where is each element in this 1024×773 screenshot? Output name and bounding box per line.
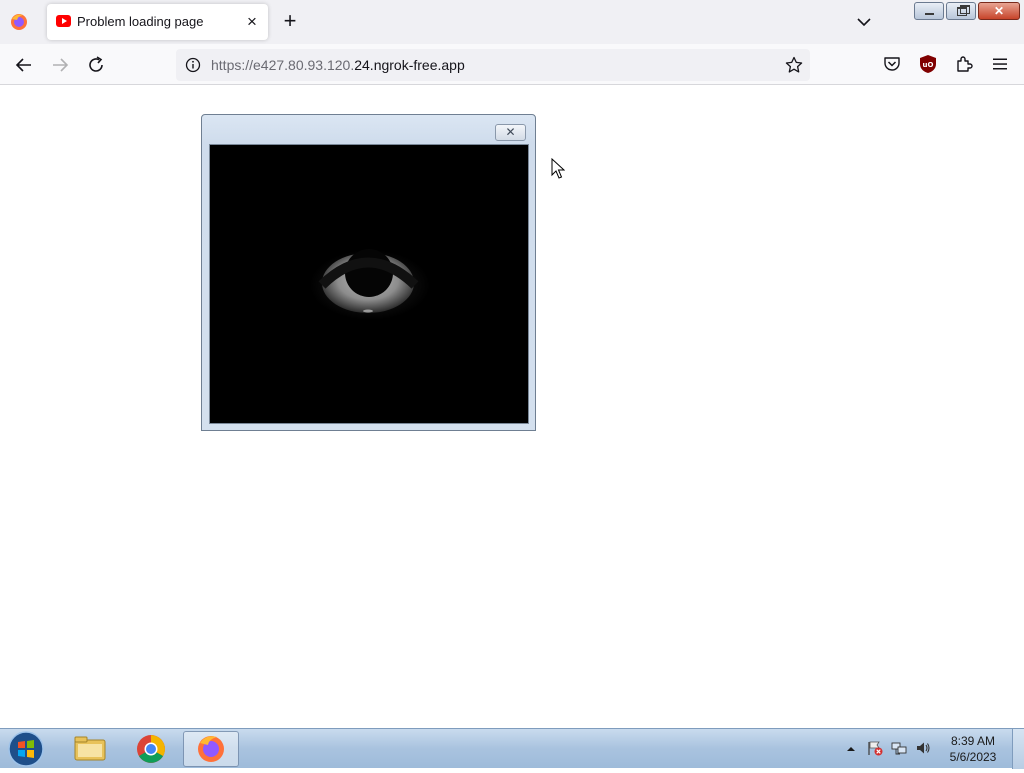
- tab-strip: Problem loading page × + ✕: [0, 0, 1024, 44]
- tab-active[interactable]: Problem loading page ×: [47, 4, 268, 40]
- action-center-flag-icon[interactable]: [867, 740, 883, 756]
- url-domain: 24.ngrok-free.app: [354, 57, 465, 73]
- eye-image: [209, 144, 529, 424]
- mouse-cursor-icon: [551, 157, 566, 180]
- show-desktop-button[interactable]: [1012, 729, 1024, 769]
- start-button[interactable]: [6, 730, 46, 768]
- chrome-icon: [137, 735, 165, 763]
- minimize-button[interactable]: [914, 2, 944, 20]
- url-text[interactable]: https://e427.80.93.120.24.ngrok-free.app: [211, 57, 465, 73]
- hamburger-menu-icon[interactable]: [990, 54, 1010, 74]
- close-window-button[interactable]: ✕: [978, 2, 1020, 20]
- clock-time: 8:39 AM: [950, 734, 996, 748]
- taskbar-explorer[interactable]: [62, 731, 118, 767]
- taskbar-firefox[interactable]: [183, 731, 239, 767]
- reload-icon[interactable]: [83, 52, 109, 78]
- system-clock[interactable]: 8:39 AM 5/6/2023: [942, 733, 1004, 765]
- tray-expand-icon[interactable]: [845, 742, 861, 758]
- url-scheme-host: https://e427.80.93.120.: [211, 57, 355, 73]
- svg-text:uO: uO: [923, 61, 934, 69]
- folder-icon: [74, 736, 106, 761]
- url-bar[interactable]: https://e427.80.93.120.24.ngrok-free.app: [176, 49, 810, 81]
- volume-icon[interactable]: [915, 740, 931, 756]
- navigation-bar: https://e427.80.93.120.24.ngrok-free.app…: [0, 44, 1024, 85]
- pocket-icon[interactable]: [882, 54, 902, 74]
- info-icon[interactable]: [185, 57, 201, 73]
- back-arrow-icon[interactable]: [11, 52, 37, 78]
- clock-date: 5/6/2023: [949, 750, 997, 764]
- popup-close-button[interactable]: ✕: [495, 124, 526, 141]
- tab-close-icon[interactable]: ×: [242, 12, 262, 32]
- taskbar-chrome[interactable]: [123, 731, 179, 767]
- tab-title: Problem loading page: [77, 14, 204, 29]
- forward-arrow-icon[interactable]: [47, 52, 73, 78]
- restore-button[interactable]: [946, 2, 976, 20]
- network-icon[interactable]: [891, 740, 907, 756]
- popup-window[interactable]: ✕: [201, 114, 536, 431]
- ublock-origin-icon[interactable]: uO: [918, 54, 938, 74]
- taskbar: 8:39 AM 5/6/2023: [0, 728, 1024, 769]
- youtube-icon: [56, 15, 71, 27]
- firefox-icon: [198, 736, 224, 762]
- firefox-view-icon[interactable]: [8, 11, 30, 33]
- new-tab-button[interactable]: +: [279, 10, 301, 34]
- extensions-icon[interactable]: [954, 54, 974, 74]
- star-icon[interactable]: [784, 55, 804, 75]
- chevron-down-icon[interactable]: [854, 12, 874, 32]
- window-caption-buttons: ✕: [912, 2, 1020, 20]
